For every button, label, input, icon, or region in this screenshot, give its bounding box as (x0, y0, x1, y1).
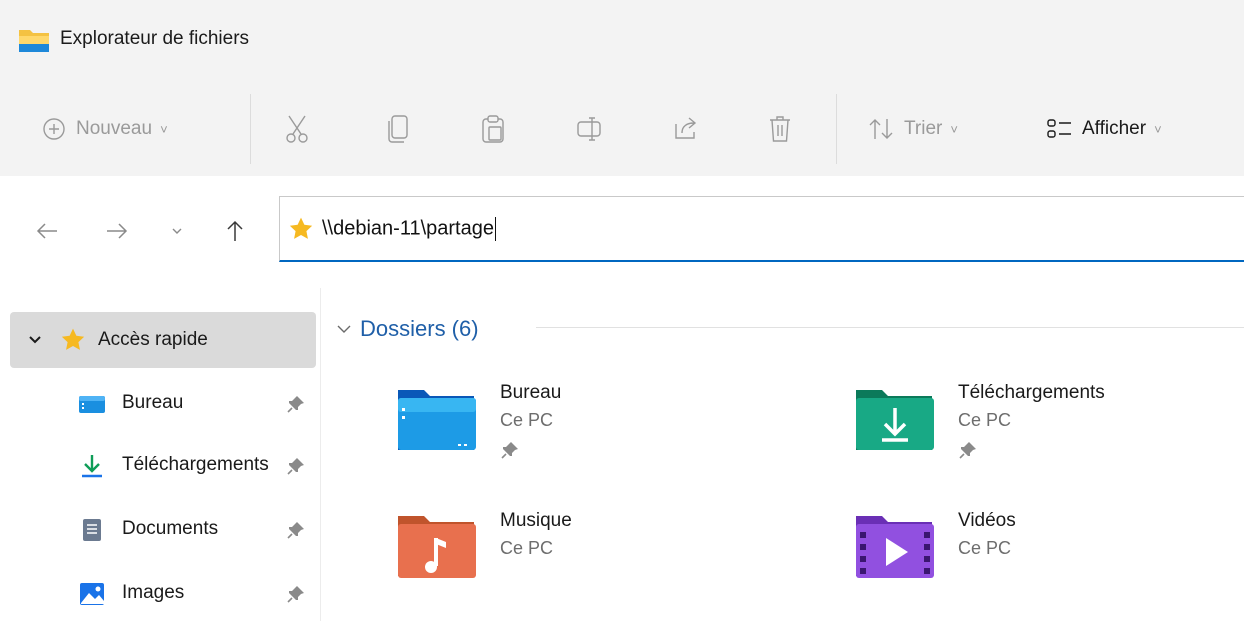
chevron-down-icon (337, 325, 351, 333)
pin-icon[interactable] (286, 456, 306, 476)
command-bar: Nouveau ˅ Trier ˅ Afficher ˅ (0, 82, 1244, 177)
address-path: \\debian-11\partage (322, 216, 496, 241)
delete-button[interactable] (768, 82, 792, 176)
sidebar-item-bureau[interactable]: Bureau (0, 374, 320, 434)
cut-button[interactable] (284, 82, 310, 176)
file-explorer-icon (19, 30, 49, 52)
share-button[interactable] (672, 82, 700, 176)
forward-button[interactable] (100, 214, 134, 248)
folder-location: Ce PC (958, 410, 1012, 430)
desktop-folder-icon (398, 390, 476, 450)
copy-button[interactable] (386, 82, 410, 176)
folder-name: Téléchargements (958, 382, 1105, 403)
sort-label: Trier (904, 118, 943, 139)
arrow-up-icon (227, 220, 243, 241)
paste-icon (482, 115, 504, 143)
view-label: Afficher (1082, 118, 1147, 139)
pin-icon (501, 442, 518, 459)
chevron-down-icon (172, 228, 182, 234)
sidebar-item-label: Téléchargements (122, 454, 269, 475)
address-bar[interactable]: \\debian-11\partage (279, 196, 1244, 262)
desktop-icon (79, 396, 105, 413)
music-folder-icon (398, 516, 476, 578)
folder-location: Ce PC (500, 410, 554, 430)
star-icon (61, 328, 85, 350)
group-title: Dossiers (6) (360, 316, 479, 341)
rename-button[interactable] (576, 82, 606, 176)
arrow-left-icon (36, 223, 57, 239)
navigation-pane: Accès rapide Bureau Téléchargements Docu… (0, 288, 320, 621)
toolbar-separator (250, 94, 251, 164)
sort-icon (869, 119, 893, 139)
new-button[interactable]: Nouveau ˅ (42, 82, 168, 176)
sidebar-item-telechargements[interactable]: Téléchargements (0, 436, 320, 496)
sidebar-item-label: Accès rapide (98, 329, 208, 350)
group-header-folders[interactable]: Dossiers (6) (336, 312, 479, 346)
rename-icon (577, 117, 601, 141)
chevron-down-icon (29, 336, 41, 344)
sort-button[interactable]: Trier ˅ (868, 82, 958, 176)
folder-item-videos[interactable]: Vidéos Ce PC (854, 510, 1244, 622)
download-icon (82, 455, 102, 478)
share-icon (675, 117, 697, 139)
document-icon (83, 519, 101, 541)
cut-icon (286, 115, 308, 143)
downloads-folder-icon (856, 390, 934, 450)
paste-button[interactable] (480, 82, 506, 176)
add-circle-icon (43, 118, 65, 140)
videos-folder-icon (856, 516, 934, 578)
images-icon (80, 583, 104, 605)
sidebar-item-label: Documents (122, 518, 219, 539)
new-label: Nouveau (76, 118, 153, 139)
sidebar-item-images[interactable]: Images (0, 564, 320, 624)
back-button[interactable] (30, 214, 64, 248)
folder-name: Bureau (500, 382, 562, 403)
toolbar-separator (836, 94, 837, 164)
folder-name: Vidéos (958, 510, 1016, 531)
recent-locations-button[interactable] (160, 214, 194, 248)
star-icon (289, 217, 313, 239)
folder-location: Ce PC (500, 538, 554, 558)
folder-item-telechargements[interactable]: Téléchargements Ce PC (854, 382, 1244, 494)
delete-icon (770, 116, 790, 142)
arrow-right-icon (107, 223, 128, 239)
chevron-down-icon: ˅ (160, 121, 168, 137)
chevron-down-icon: ˅ (1154, 121, 1162, 137)
folder-item-musique[interactable]: Musique Ce PC (396, 510, 816, 622)
pin-icon[interactable] (286, 520, 306, 540)
sidebar-item-label: Bureau (122, 392, 184, 413)
text-caret (494, 216, 496, 241)
folder-location: Ce PC (958, 538, 1012, 558)
title-bar: Explorateur de fichiers (0, 0, 1244, 82)
pin-icon[interactable] (286, 394, 306, 414)
sidebar-item-quick-access[interactable]: Accès rapide (10, 312, 316, 368)
folder-item-bureau[interactable]: Bureau Ce PC (396, 382, 816, 494)
pin-icon (959, 442, 976, 459)
app-title: Explorateur de fichiers (60, 28, 250, 49)
group-divider (536, 327, 1244, 328)
up-button[interactable] (218, 214, 252, 248)
view-button[interactable]: Afficher ˅ (1046, 82, 1162, 176)
view-icon (1047, 119, 1071, 138)
chevron-down-icon: ˅ (950, 121, 958, 137)
copy-icon (388, 115, 408, 143)
sidebar-item-documents[interactable]: Documents (0, 500, 320, 560)
folder-name: Musique (500, 510, 572, 531)
pane-divider[interactable] (320, 288, 321, 621)
sidebar-item-label: Images (122, 582, 185, 603)
pin-icon[interactable] (286, 584, 306, 604)
